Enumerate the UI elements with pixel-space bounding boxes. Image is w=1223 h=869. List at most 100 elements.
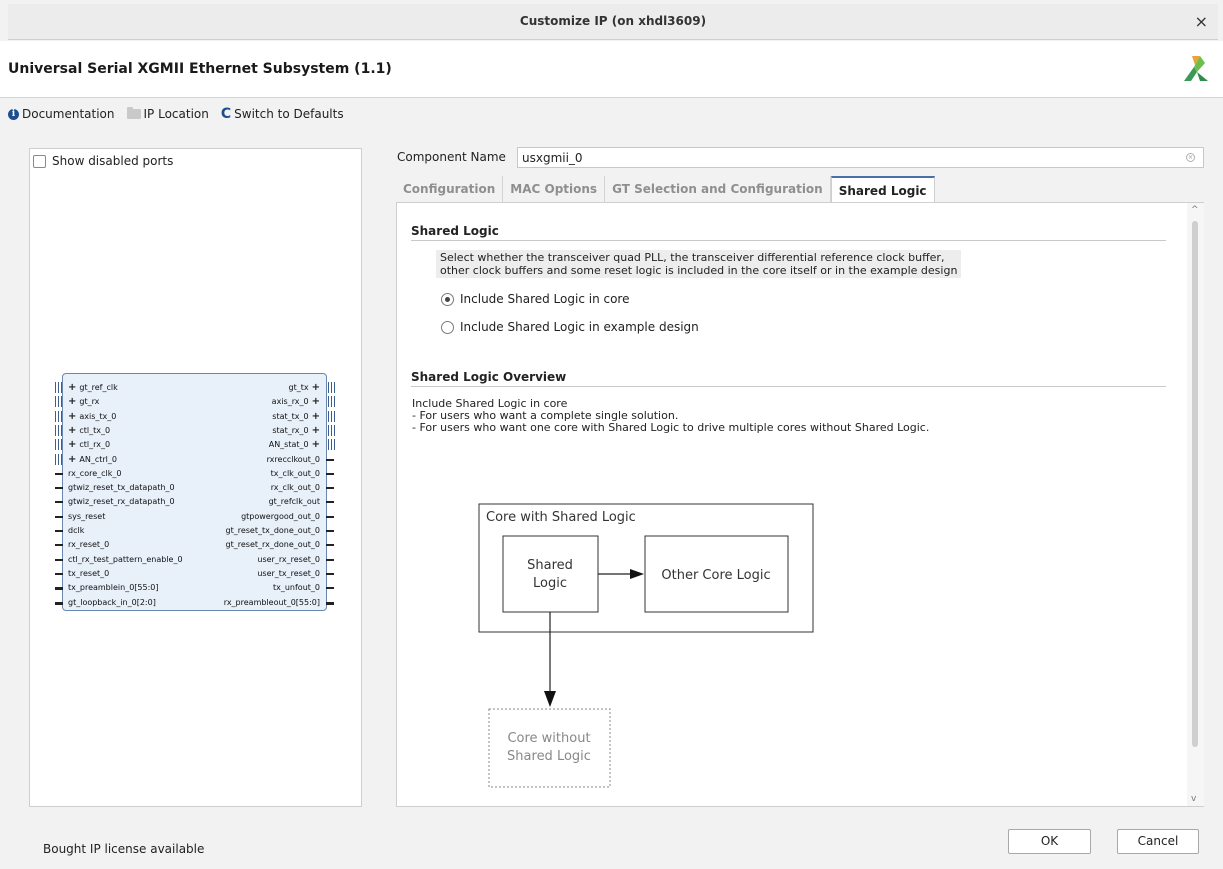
show-disabled-ports-checkbox[interactable]: Show disabled ports <box>33 154 173 168</box>
arrowhead-down <box>544 691 556 707</box>
ok-button[interactable]: OK <box>1008 829 1091 854</box>
radio-shared-logic-example[interactable]: Include Shared Logic in example design <box>441 320 699 334</box>
expand-icon[interactable]: + <box>68 411 76 422</box>
wire-pin <box>55 515 63 518</box>
port-r-10: gt_reset_tx_done_out_0 <box>225 525 320 536</box>
tab-shared-logic[interactable]: Shared Logic <box>830 176 935 202</box>
license-status: Bought IP license available <box>43 842 205 856</box>
port-r-15: rx_preambleout_0[55:0] <box>224 597 320 608</box>
switch-defaults-button[interactable]: C Switch to Defaults <box>221 106 344 122</box>
wire-pin <box>326 487 334 490</box>
wire-pin <box>326 587 334 590</box>
expand-icon[interactable]: + <box>312 439 320 450</box>
wire-pin <box>326 544 334 547</box>
port-r-4: AN_stat_0 + <box>269 439 320 450</box>
port-label: ctl_rx_test_pattern_enable_0 <box>68 554 183 564</box>
port-label: gt_ref_clk <box>79 383 118 392</box>
expand-icon[interactable]: + <box>68 425 76 436</box>
interface-pin-icon <box>327 382 335 393</box>
interface-pin-icon <box>327 396 335 408</box>
radio-button[interactable] <box>441 320 454 334</box>
checkbox-box[interactable] <box>33 154 46 168</box>
port-label: axis_rx_0 <box>271 397 309 407</box>
port-r-1: axis_rx_0 + <box>272 396 320 407</box>
tab-gt-selection[interactable]: GT Selection and Configuration <box>605 176 831 202</box>
interface-pin-icon <box>54 424 62 436</box>
wire-pin <box>55 544 63 547</box>
port-label: dclk <box>68 526 85 535</box>
refresh-icon: C <box>220 106 232 122</box>
port-r-6: tx_clk_out_0 <box>271 468 320 479</box>
port-label: rx_preambleout_0[55:0] <box>223 597 320 607</box>
expand-icon[interactable]: + <box>312 425 320 436</box>
shared-logic-page: Shared Logic Select whether the transcei… <box>396 202 1204 807</box>
ip-location-button[interactable]: IP Location <box>126 107 209 121</box>
radio-shared-logic-core[interactable]: Include Shared Logic in core <box>441 292 629 306</box>
port-label: rx_core_clk_0 <box>68 468 122 478</box>
port-label: user_tx_reset_0 <box>257 568 320 578</box>
tab-configuration[interactable]: Configuration <box>396 176 504 202</box>
port-l-2: + axis_tx_0 <box>68 411 116 422</box>
port-r-0: gt_tx + <box>289 382 320 393</box>
xilinx-logo-icon <box>1184 56 1208 81</box>
wire-pin <box>55 530 63 532</box>
show-disabled-ports-label: Show disabled ports <box>52 154 174 168</box>
core-with-shared-logic-label: Core with Shared Logic <box>486 510 636 525</box>
port-l-5: + AN_ctrl_0 <box>68 454 117 465</box>
port-l-13: tx_reset_0 <box>68 568 109 579</box>
port-l-15: gt_loopback_in_0[2:0] <box>68 597 156 608</box>
wire-pin <box>326 530 334 532</box>
interface-pin-icon <box>54 396 62 408</box>
component-name-input[interactable] <box>517 147 1204 168</box>
section-divider <box>411 386 1166 387</box>
description-line-1: Select whether the transceiver quad PLL,… <box>440 251 945 264</box>
port-l-6: rx_core_clk_0 <box>68 468 121 479</box>
expand-icon[interactable]: + <box>312 396 320 407</box>
port-label: gtpowergood_out_0 <box>241 511 320 521</box>
interface-pin-icon <box>327 439 335 451</box>
radio-label-example: Include Shared Logic in example design <box>460 320 699 334</box>
expand-icon[interactable]: + <box>312 411 320 422</box>
port-label: gtwiz_reset_rx_datapath_0 <box>68 497 175 507</box>
expand-icon[interactable]: + <box>68 454 76 465</box>
port-label: ctl_tx_0 <box>79 425 111 435</box>
port-label: sys_reset <box>68 511 106 521</box>
interface-pin-icon <box>54 453 62 465</box>
expand-icon[interactable]: + <box>68 396 76 407</box>
port-l-4: + ctl_rx_0 <box>68 439 110 450</box>
expand-icon[interactable]: + <box>68 439 76 450</box>
ip-symbol-panel: Show disabled ports + gt_ref_clk + gt_rx + ax… <box>29 148 362 807</box>
ip-title: Universal Serial XGMII Ethernet Subsyste… <box>8 61 392 77</box>
port-label: gt_reset_rx_done_out_0 <box>225 540 320 550</box>
port-l-10: dclk <box>68 525 84 536</box>
port-label: AN_ctrl_0 <box>79 454 117 464</box>
scroll-down-icon[interactable]: v <box>1191 794 1196 804</box>
switch-defaults-label: Switch to Defaults <box>234 107 344 121</box>
info-icon: i <box>8 108 19 120</box>
expand-icon[interactable]: + <box>68 382 76 393</box>
shared-logic-heading: Shared Logic <box>411 224 499 238</box>
cancel-button[interactable]: Cancel <box>1117 829 1199 854</box>
documentation-label: Documentation <box>22 107 115 121</box>
interface-pin-icon <box>327 410 335 422</box>
core-without-shared-logic-box <box>488 708 611 788</box>
tab-mac-options[interactable]: MAC Options <box>503 176 606 202</box>
wire-pin <box>326 472 334 475</box>
expand-icon[interactable]: + <box>312 382 320 393</box>
scroll-up-icon[interactable]: ^ <box>1191 205 1199 215</box>
wire-pin <box>55 501 63 504</box>
content-scrollbar[interactable]: ^ v <box>1187 203 1204 806</box>
overview-heading: Shared Logic Overview <box>411 370 567 384</box>
interface-pin-icon <box>54 410 62 422</box>
documentation-button[interactable]: i Documentation <box>8 107 115 121</box>
overview-text: Include Shared Logic in core - For users… <box>412 398 929 434</box>
radio-button-selected[interactable] <box>441 292 454 306</box>
shared-logic-box <box>502 535 599 613</box>
scrollbar-thumb[interactable] <box>1192 221 1198 747</box>
clear-icon[interactable]: × <box>1186 153 1195 162</box>
port-label: gt_reset_tx_done_out_0 <box>225 526 320 535</box>
close-icon[interactable]: × <box>1195 12 1208 31</box>
port-l-12: ctl_rx_test_pattern_enable_0 <box>68 554 183 565</box>
wire-pin <box>55 558 63 561</box>
port-label: rx_clk_out_0 <box>270 483 320 493</box>
